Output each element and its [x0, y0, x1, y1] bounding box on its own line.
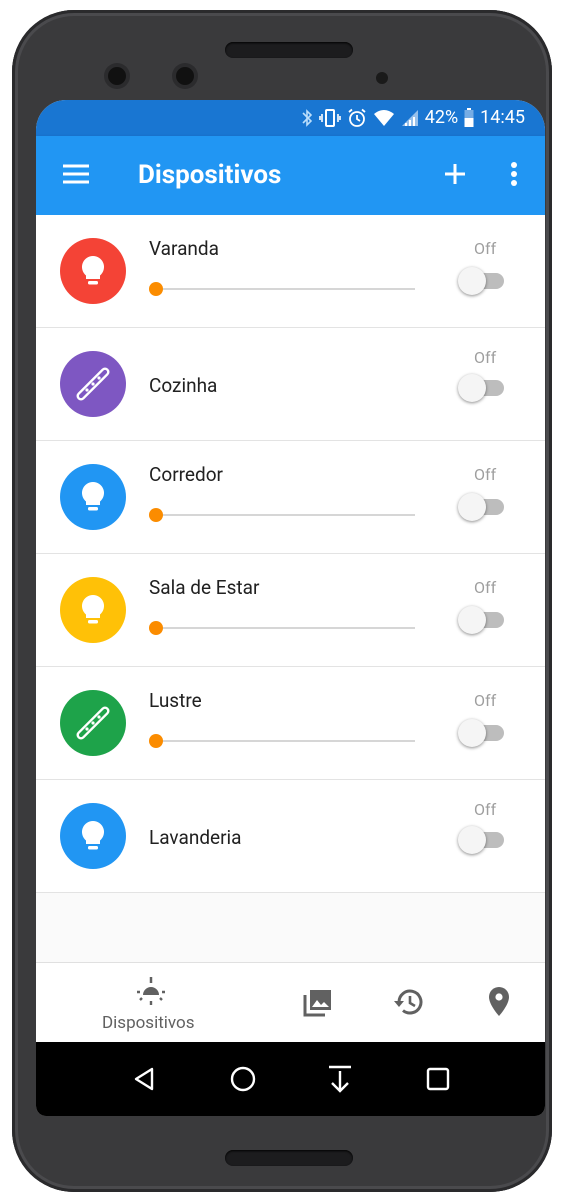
device-name: Corredor — [149, 463, 223, 486]
system-back-button[interactable] — [130, 1064, 160, 1094]
device-row[interactable]: Varanda Off — [36, 215, 545, 328]
bottom-navigation: Dispositivos — [36, 962, 545, 1043]
device-name: Lavanderia — [149, 826, 242, 849]
add-device-button[interactable] — [439, 158, 471, 190]
device-avatar — [60, 577, 126, 643]
bottom-speaker — [225, 1150, 353, 1166]
battery-icon — [464, 107, 474, 127]
status-bar: 42% 14:45 — [36, 100, 545, 136]
proximity-sensor — [376, 72, 388, 84]
slider-thumb[interactable] — [149, 508, 163, 522]
brightness-slider[interactable] — [149, 731, 415, 751]
app-bar: Dispositivos — [36, 136, 545, 215]
location-icon — [489, 987, 509, 1016]
device-state-label: Off — [474, 348, 497, 367]
slider-track — [155, 627, 415, 629]
more-options-button[interactable] — [504, 158, 524, 190]
slider-thumb[interactable] — [149, 621, 163, 635]
power-toggle[interactable] — [458, 374, 506, 402]
slider-thumb[interactable] — [149, 734, 163, 748]
lightbulb-icon — [81, 482, 105, 511]
lightbulb-icon — [81, 595, 105, 624]
led-strip-icon — [76, 367, 110, 401]
slider-track — [155, 288, 415, 290]
screen: 42% 14:45 Dispositivos Varanda Off Cozin… — [36, 100, 545, 1116]
device-row[interactable]: Corredor Off — [36, 441, 545, 554]
device-avatar — [60, 464, 126, 530]
menu-button[interactable] — [62, 162, 90, 186]
nav-item-devices[interactable]: Dispositivos — [96, 969, 206, 1039]
nav-item-gallery[interactable] — [302, 987, 334, 1019]
device-state-label: Off — [474, 691, 497, 710]
home-icon — [230, 1066, 256, 1092]
device-avatar — [60, 690, 126, 756]
download-icon — [329, 1065, 351, 1093]
toggle-knob — [458, 374, 486, 402]
hamburger-menu-icon — [63, 164, 89, 184]
lightbulb-icon — [81, 821, 105, 850]
device-state-label: Off — [474, 465, 497, 484]
earpiece-speaker — [225, 42, 353, 58]
slider-track — [155, 514, 415, 516]
slider-track — [155, 740, 415, 742]
device-avatar — [60, 238, 126, 304]
device-name: Lustre — [149, 689, 202, 712]
brightness-slider[interactable] — [149, 618, 415, 638]
more-vert-icon — [511, 162, 517, 186]
alarm-icon — [348, 108, 366, 127]
nav-label-devices: Dispositivos — [102, 1013, 195, 1033]
front-sensor — [176, 67, 194, 85]
device-state-label: Off — [474, 800, 497, 819]
device-row[interactable]: Sala de Estar Off — [36, 554, 545, 667]
device-row[interactable]: Lavanderia Off — [36, 780, 545, 893]
toggle-knob — [458, 826, 486, 854]
system-recents-button[interactable] — [423, 1064, 453, 1094]
device-avatar — [60, 803, 126, 869]
power-toggle[interactable] — [458, 719, 506, 747]
battery-percent: 42% — [424, 107, 459, 128]
power-toggle[interactable] — [458, 606, 506, 634]
nav-item-history[interactable] — [392, 985, 426, 1019]
power-toggle[interactable] — [458, 267, 506, 295]
toggle-knob — [458, 606, 486, 634]
vibrate-icon — [318, 108, 341, 127]
devices-icon — [137, 977, 165, 1005]
brightness-slider[interactable] — [149, 505, 415, 525]
gallery-icon — [303, 990, 331, 1017]
front-camera — [108, 67, 126, 85]
recents-icon — [426, 1067, 450, 1091]
bluetooth-icon — [302, 108, 312, 127]
clock: 14:45 — [480, 107, 525, 128]
power-toggle[interactable] — [458, 493, 506, 521]
history-icon — [394, 989, 423, 1015]
device-name: Varanda — [149, 237, 219, 260]
plus-icon — [445, 164, 465, 184]
signal-icon — [401, 109, 418, 126]
system-navigation-bar — [36, 1042, 545, 1116]
device-row[interactable]: Cozinha Off — [36, 328, 545, 441]
toggle-knob — [458, 267, 486, 295]
system-download-button[interactable] — [325, 1064, 355, 1094]
device-state-label: Off — [474, 239, 497, 258]
brightness-slider[interactable] — [149, 279, 415, 299]
nav-item-location[interactable] — [485, 985, 513, 1019]
device-state-label: Off — [474, 578, 497, 597]
device-avatar — [60, 351, 126, 417]
back-icon — [134, 1067, 154, 1091]
device-list: Varanda Off Cozinha Off Corredor Off Sala de E… — [36, 215, 545, 893]
page-title: Dispositivos — [138, 160, 282, 190]
power-toggle[interactable] — [458, 826, 506, 854]
lightbulb-icon — [81, 255, 105, 285]
wifi-icon — [373, 109, 394, 126]
led-strip-icon — [76, 706, 110, 740]
slider-thumb[interactable] — [149, 282, 163, 296]
device-name: Cozinha — [149, 374, 218, 397]
device-name: Sala de Estar — [149, 576, 260, 599]
toggle-knob — [458, 719, 486, 747]
system-home-button[interactable] — [228, 1064, 258, 1094]
toggle-knob — [458, 493, 486, 521]
device-row[interactable]: Lustre Off — [36, 667, 545, 780]
